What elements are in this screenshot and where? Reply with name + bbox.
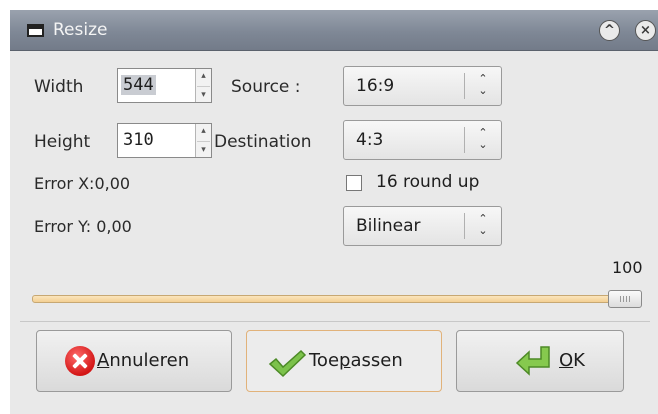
apply-button-label: Toepassen [309,350,403,371]
cancel-button-label: Annuleren [97,350,190,371]
ok-button-label: OK [559,350,585,371]
titlebar[interactable]: Resize ^ × [10,10,658,51]
destination-combo-value: 4:3 [356,130,384,150]
checkmark-icon [268,349,307,378]
source-combo-value: 16:9 [356,76,395,96]
window-icon [27,24,44,37]
spin-down-icon[interactable]: ▾ [196,145,211,155]
chevron-up-icon: ^ [604,23,615,38]
width-spin-arrows[interactable]: ▴ ▾ [195,69,211,102]
filter-combo-value: Bilinear [356,216,421,236]
error-y-text: Error Y: 0,00 [34,217,132,236]
filter-combo[interactable]: Bilinear ⌃ ⌄ [343,206,502,246]
source-combo[interactable]: 16:9 ⌃ ⌄ [343,66,502,106]
scale-slider-handle[interactable] [608,290,642,308]
round-up-checkbox[interactable] [346,175,362,191]
scale-slider-track[interactable] [32,295,614,303]
cancel-icon [65,346,95,376]
slider-value: 100 [612,258,643,277]
minimize-button[interactable]: ^ [599,20,620,41]
height-value[interactable]: 310 [123,130,154,150]
enter-arrow-icon [515,346,550,376]
round-up-label[interactable]: 16 round up [376,172,479,192]
height-spin-arrows[interactable]: ▴ ▾ [195,124,211,157]
apply-button[interactable]: Toepassen [246,330,442,392]
combo-arrows-icon: ⌃ ⌄ [464,213,501,239]
width-spinbox[interactable]: 544 ▴ ▾ [117,68,212,103]
close-button[interactable]: × [635,20,656,41]
ok-button[interactable]: OK [456,330,624,392]
close-icon: × [640,23,651,38]
divider [20,321,650,322]
combo-arrows-icon: ⌃ ⌄ [464,73,501,99]
height-spinbox[interactable]: 310 ▴ ▾ [117,123,212,158]
height-label: Height [34,132,91,152]
width-label: Width [34,77,84,97]
error-x-text: Error X:0,00 [34,174,131,193]
resize-dialog: Resize ^ × Width 544 ▴ ▾ Source : 16:9 ⌃… [10,10,658,414]
source-label: Source : [231,77,301,97]
spin-down-icon[interactable]: ▾ [196,90,211,100]
window-title: Resize [53,20,108,40]
width-value[interactable]: 544 [121,75,156,95]
destination-combo[interactable]: 4:3 ⌃ ⌄ [343,120,502,160]
combo-arrows-icon: ⌃ ⌄ [464,127,501,153]
destination-label: Destination [214,132,312,152]
spin-up-icon[interactable]: ▴ [196,71,211,81]
spin-up-icon[interactable]: ▴ [196,126,211,136]
cancel-button[interactable]: Annuleren [36,330,232,392]
